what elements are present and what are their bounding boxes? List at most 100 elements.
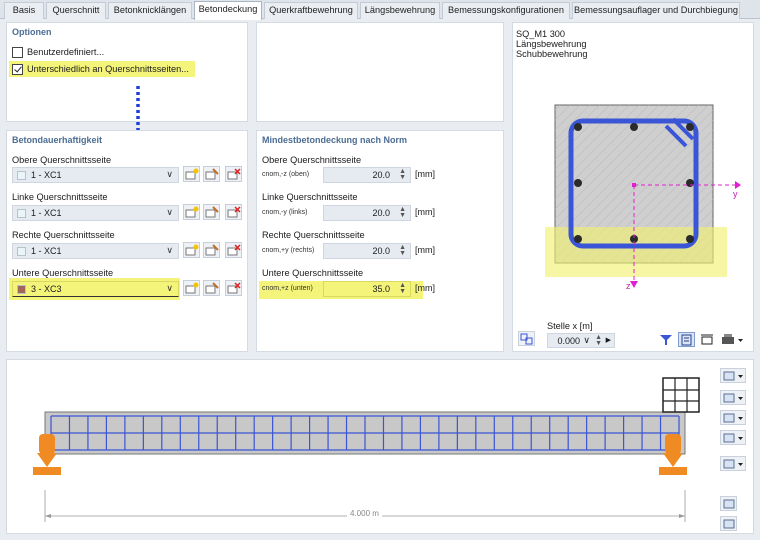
print-button[interactable] [720,333,746,348]
cover-left-value: 20.0 [372,208,390,218]
play-icon[interactable]: ▶ [606,336,611,344]
tab-laengsbewehrung[interactable]: Längsbewehrung [360,2,440,19]
tab-querschnitt[interactable]: Querschnitt [46,2,106,19]
cover-top-label: Obere Querschnittsseite [262,155,362,165]
cover-bottom-unit: [mm] [415,283,435,293]
right-side-label: Rechte Querschnittsseite [12,230,115,240]
bottom-side-label: Untere Querschnittsseite [12,268,114,278]
spinner-icon[interactable]: ▲ ▼ [399,168,406,181]
exposure-swatch [17,171,26,180]
left-side-select[interactable]: 1 - XC1 ∨ [12,205,179,221]
section-preview-panel: SQ_M1 300 Längsbewehrung Schubbewehrung [512,22,754,352]
exposure-swatch [17,285,26,294]
cover-top-value: 20.0 [372,170,390,180]
tab-bemessungskonfigurationen[interactable]: Bemessungskonfigurationen [442,2,570,19]
cover-left-input[interactable]: 20.0 ▲ ▼ [323,205,411,221]
stelle-input[interactable]: 0.000 ∨ ▲ ▼ ▶ [547,333,615,348]
cover-right-unit: [mm] [415,245,435,255]
durability-panel: Betondauerhaftigkeit Obere Querschnittss… [6,130,248,352]
cover-left-symbol: cnom,-y (links) [262,209,308,216]
cover-right-input[interactable]: 20.0 ▲ ▼ [323,243,411,259]
edit-item-button[interactable] [203,204,220,220]
display-mode-button[interactable] [678,332,695,347]
spinner-icon[interactable]: ▲ ▼ [399,282,406,295]
cover-left-unit: [mm] [415,207,435,217]
empty-panel [256,22,504,122]
options-panel: Optionen Benutzerdefiniert... Unterschie… [6,22,248,122]
bottom-side-select[interactable]: 3 - XC3 ∨ [12,281,179,297]
cover-bottom-symbol: cnom,+z (unten) [262,285,313,292]
delete-item-button[interactable] [225,166,242,182]
cover-top-symbol: cnom,-z (oben) [262,171,310,178]
bottom-side-value: 3 - XC3 [31,284,62,294]
cover-left-label: Linke Querschnittsseite [262,192,358,202]
delete-item-button[interactable] [225,204,242,220]
stelle-value: 0.000 [557,336,580,346]
axis-view-button[interactable] [720,390,746,405]
right-side-value: 1 - XC1 [31,246,62,256]
dimension-button[interactable] [699,333,716,348]
tab-bar: Basis Querschnitt Betonknicklängen Beton… [0,0,760,20]
right-side-select[interactable]: 1 - XC1 ∨ [12,243,179,259]
delete-item-button[interactable] [225,242,242,258]
cover-bottom-value: 35.0 [372,284,390,294]
cover-bottom-label: Untere Querschnittsseite [262,268,364,278]
edit-item-button[interactable] [203,166,220,182]
new-item-button[interactable] [183,242,200,258]
new-item-button[interactable] [183,204,200,220]
tab-betonknicklaengen[interactable]: Betonknicklängen [108,2,192,19]
chevron-down-icon[interactable]: ∨ [583,335,590,346]
cross-section-drawing [545,104,741,288]
exposure-swatch [17,209,26,218]
new-item-button[interactable] [183,166,200,182]
cover-top-input[interactable]: 20.0 ▲ ▼ [323,167,411,183]
left-side-label: Linke Querschnittsseite [12,192,108,202]
new-item-button[interactable] [183,280,200,296]
user-defined-checkbox[interactable] [12,47,23,58]
spinner-icon[interactable]: ▲ ▼ [399,244,406,257]
spinner-icon[interactable]: ▲ ▼ [399,206,406,219]
filter-button[interactable] [658,333,675,348]
section-settings-button[interactable] [518,331,535,346]
top-side-select[interactable]: 1 - XC1 ∨ [12,167,179,183]
chevron-down-icon: ∨ [166,245,173,255]
tab-querkraftbewehrung[interactable]: Querkraftbewehrung [264,2,358,19]
chevron-down-icon: ∨ [166,169,173,179]
cover-right-symbol: cnom,+y (rechts) [262,247,315,254]
edit-item-button[interactable] [203,242,220,258]
cover-right-label: Rechte Querschnittsseite [262,230,365,240]
axis-z-label: z [626,281,631,291]
top-side-label: Obere Querschnittsseite [12,155,112,165]
deflection-button[interactable] [720,456,746,471]
view-box-button[interactable] [720,368,746,383]
different-sides-checkbox[interactable] [12,64,23,75]
cover-top-unit: [mm] [415,169,435,179]
options-title: Optionen [12,27,52,37]
tab-bemessungsauflager[interactable]: Bemessungsauflager und Durchbiegung [572,2,740,19]
layer-view-button[interactable] [720,410,746,425]
tab-basis[interactable]: Basis [4,2,44,19]
stelle-label: Stelle x [m] [547,321,593,331]
chevron-down-icon: ∨ [166,283,173,293]
left-side-value: 1 - XC1 [31,208,62,218]
edit-item-button[interactable] [203,280,220,296]
user-defined-label: Benutzerdefiniert... [27,47,105,57]
delete-item-button[interactable] [225,280,242,296]
cover-bottom-input[interactable]: 35.0 ▲ ▼ [323,281,411,297]
clear-view-button[interactable] [720,516,737,531]
tab-betondeckung[interactable]: Betondeckung [194,1,262,20]
durability-title: Betondauerhaftigkeit [12,135,103,145]
axis-y-label: y [733,189,738,199]
dimension-line-button[interactable] [720,430,746,445]
different-sides-label: Unterschiedlich an Querschnittsseiten... [27,64,189,74]
beam-length-label: 4.000 m [347,509,382,518]
min-cover-panel: Mindestbetondeckung nach Norm Obere Quer… [256,130,504,352]
exposure-swatch [17,247,26,256]
top-side-value: 1 - XC1 [31,170,62,180]
chevron-down-icon: ∨ [166,207,173,217]
min-cover-title: Mindestbetondeckung nach Norm [262,135,408,145]
view-cube-icon [662,377,700,413]
spinner-icon[interactable]: ▲ ▼ [595,334,602,347]
report-button[interactable] [720,496,737,511]
beam-view-panel: 4.000 m [6,359,754,534]
